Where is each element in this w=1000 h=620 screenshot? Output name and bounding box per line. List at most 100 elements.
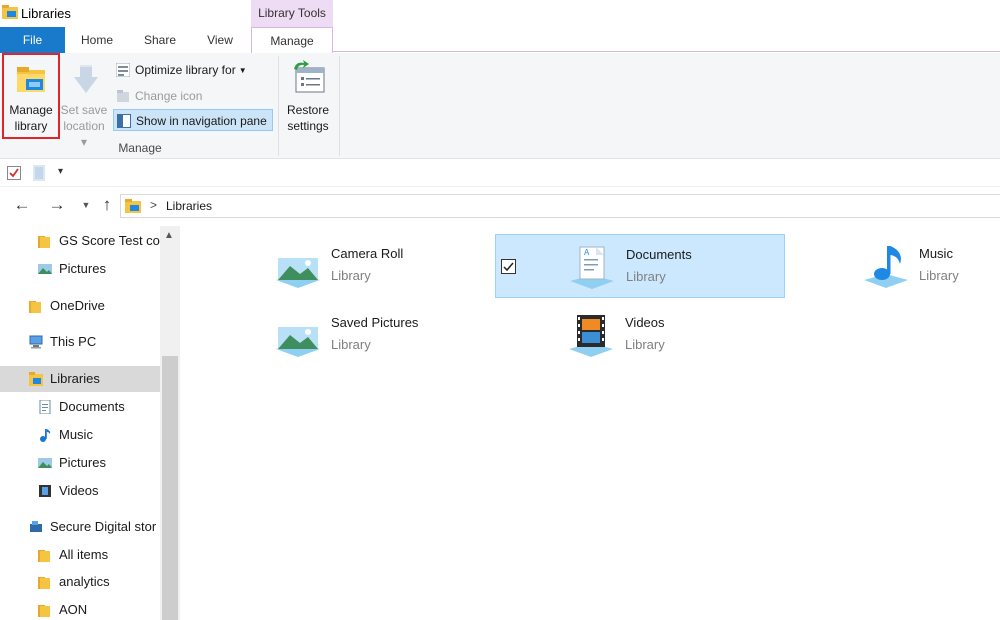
tile-name: Saved Pictures xyxy=(331,315,419,330)
properties-icon[interactable] xyxy=(7,166,21,180)
nav-item-libraries[interactable]: Libraries xyxy=(0,366,160,392)
address-bar[interactable]: > Libraries xyxy=(120,194,1000,218)
back-arrow-icon[interactable]: ← xyxy=(12,195,32,215)
tile-type: Library xyxy=(331,337,371,352)
breadcrumb-libraries[interactable]: Libraries xyxy=(166,199,212,213)
folder-icon xyxy=(38,236,50,248)
pictures-icon xyxy=(38,264,52,274)
nav-item-this-pc[interactable]: This PC xyxy=(0,329,160,355)
up-arrow-icon[interactable]: ↑ xyxy=(97,195,117,215)
tab-underline xyxy=(333,51,1000,52)
new-folder-icon[interactable] xyxy=(33,165,45,181)
manage-library-button[interactable]: Manage library xyxy=(2,53,60,139)
quick-access-toolbar: ▾ xyxy=(0,160,1000,187)
restore-settings-button[interactable]: Restore settings xyxy=(281,55,335,139)
ribbon: Manage library Set save location ▾ Optim… xyxy=(0,53,1000,159)
change-icon-button[interactable]: Change icon xyxy=(113,85,233,107)
scroll-up-arrow-icon[interactable]: ▲ xyxy=(164,230,174,241)
folder-icon xyxy=(38,550,50,562)
tab-file[interactable]: File xyxy=(0,27,65,53)
drive-icon xyxy=(30,521,42,532)
tile-name: Documents xyxy=(626,247,692,262)
show-nav-label: Show in navigation pane xyxy=(136,114,267,128)
manage-library-label-line1: Manage xyxy=(9,103,53,117)
forward-arrow-icon[interactable]: → xyxy=(47,195,67,215)
videos-library-icon xyxy=(569,315,613,357)
navigation-pane: GS Score Test co Pictures OneDrive This … xyxy=(0,226,180,620)
computer-icon xyxy=(29,335,43,349)
scrollbar-thumb[interactable] xyxy=(162,356,178,620)
save-location-icon xyxy=(74,65,98,93)
restore-label-line1: Restore xyxy=(286,103,330,117)
change-icon-icon xyxy=(117,90,129,102)
tab-manage[interactable]: Manage xyxy=(251,27,333,53)
libraries-icon xyxy=(2,5,18,19)
customize-toolbar-dropdown[interactable]: ▾ xyxy=(58,166,63,177)
title-bar: Libraries Library Tools xyxy=(0,0,1000,27)
library-tile-music[interactable]: Music Library xyxy=(856,234,1000,298)
libraries-icon xyxy=(125,199,141,213)
window-title: Libraries xyxy=(21,6,71,21)
ribbon-group-label-manage: Manage xyxy=(118,141,162,155)
change-icon-label: Change icon xyxy=(135,89,203,103)
restore-label-line2: settings xyxy=(287,119,329,133)
selection-checkbox[interactable] xyxy=(501,259,516,274)
documents-icon xyxy=(39,400,51,414)
ribbon-tabs: File Home Share View Manage xyxy=(0,27,1000,53)
nav-item-secure-digital[interactable]: Secure Digital stor xyxy=(0,514,160,540)
videos-icon xyxy=(39,485,51,497)
nav-item-music[interactable]: Music xyxy=(0,422,160,448)
chevron-down-icon: ▼ xyxy=(238,66,247,75)
library-items-view: Camera Roll Library A Documents Library … xyxy=(182,226,1000,620)
pictures-icon xyxy=(38,458,52,468)
nav-item-pictures-library[interactable]: Pictures xyxy=(0,450,160,476)
show-in-navigation-pane-toggle[interactable]: Show in navigation pane xyxy=(113,109,273,131)
optimize-icon xyxy=(116,63,130,77)
ribbon-separator xyxy=(278,56,279,156)
folder-icon xyxy=(29,301,41,313)
navigation-pane-icon xyxy=(117,114,131,128)
address-row: ← → ▼ ↑ > Libraries xyxy=(0,189,1000,223)
camera-roll-icon xyxy=(276,258,320,288)
tile-type: Library xyxy=(331,268,371,283)
nav-item-pictures[interactable]: Pictures xyxy=(0,256,160,282)
svg-text:A: A xyxy=(584,248,590,257)
library-tile-documents[interactable]: A Documents Library xyxy=(495,234,785,298)
tile-name: Music xyxy=(919,246,953,261)
saved-pictures-icon xyxy=(276,327,320,357)
tile-type: Library xyxy=(625,337,665,352)
checkmark-icon xyxy=(503,262,514,272)
breadcrumb-separator-icon[interactable]: > xyxy=(150,198,157,212)
optimize-library-button[interactable]: Optimize library for ▼ xyxy=(113,59,255,81)
nav-pane-scrollbar[interactable]: ▲ xyxy=(160,226,180,620)
set-save-label-line2: location xyxy=(63,119,105,133)
tab-home[interactable]: Home xyxy=(70,27,124,53)
optimize-label: Optimize library for xyxy=(135,63,236,77)
chevron-down-icon: ▾ xyxy=(80,135,88,149)
nav-item-gs-score-test[interactable]: GS Score Test co xyxy=(0,228,160,254)
restore-settings-icon xyxy=(294,60,325,93)
nav-item-aon[interactable]: AON xyxy=(0,597,160,620)
nav-item-onedrive[interactable]: OneDrive xyxy=(0,293,160,319)
nav-item-documents[interactable]: Documents xyxy=(0,394,160,420)
tile-name: Camera Roll xyxy=(331,246,404,261)
nav-item-videos[interactable]: Videos xyxy=(0,478,160,504)
nav-item-analytics[interactable]: analytics xyxy=(0,569,160,595)
folder-icon xyxy=(38,605,50,617)
documents-library-icon: A xyxy=(570,246,614,289)
music-icon xyxy=(40,429,51,442)
set-save-location-button[interactable]: Set save location ▾ xyxy=(60,55,108,149)
tile-type: Library xyxy=(626,269,666,284)
tab-view[interactable]: View xyxy=(194,27,246,53)
nav-item-all-items[interactable]: All items xyxy=(0,542,160,568)
recent-locations-chevron-icon[interactable]: ▼ xyxy=(76,195,96,215)
ribbon-separator xyxy=(339,56,340,156)
context-tab-group-label: Library Tools xyxy=(251,0,333,27)
tile-type: Library xyxy=(919,268,959,283)
manage-library-icon xyxy=(17,67,45,92)
library-tile-videos[interactable]: Videos Library xyxy=(495,303,785,367)
set-save-label-line1: Set save xyxy=(60,103,108,117)
tile-name: Videos xyxy=(625,315,665,330)
libraries-icon xyxy=(29,372,43,386)
tab-share[interactable]: Share xyxy=(132,27,188,53)
